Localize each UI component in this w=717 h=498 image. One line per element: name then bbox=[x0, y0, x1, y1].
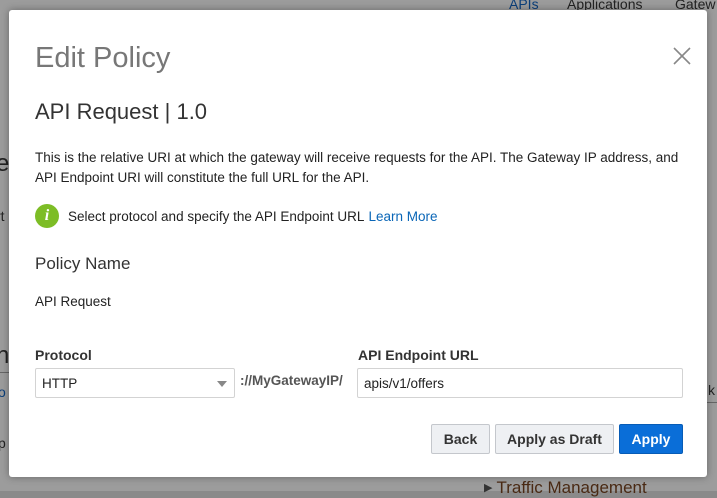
back-button[interactable]: Back bbox=[431, 424, 490, 454]
protocol-label: Protocol bbox=[35, 347, 92, 363]
gateway-prefix: ://MyGatewayIP/ bbox=[240, 373, 343, 388]
background-text-fragment: e bbox=[0, 150, 10, 177]
policy-name-label: Policy Name bbox=[35, 254, 131, 273]
background-text-fragment: o bbox=[0, 384, 6, 400]
background-text-fragment: k bbox=[708, 382, 715, 398]
endpoint-url-label: API Endpoint URL bbox=[358, 347, 479, 363]
protocol-selected-value: HTTP bbox=[42, 376, 78, 391]
background-text-fragment: n bbox=[0, 342, 10, 369]
info-text: Select protocol and specify the API Endp… bbox=[68, 208, 365, 224]
policy-section-title: API Request | 1.0 bbox=[35, 99, 208, 124]
chevron-down-icon bbox=[217, 381, 227, 387]
policy-description: This is the relative URI at which the ga… bbox=[35, 150, 679, 185]
background-divider bbox=[707, 402, 717, 403]
apply-button[interactable]: Apply bbox=[619, 424, 683, 454]
endpoint-url-input[interactable] bbox=[357, 368, 683, 398]
background-text-fragment: p bbox=[0, 435, 6, 451]
edit-policy-dialog: Edit Policy API Request | 1.0 This is th… bbox=[9, 10, 707, 477]
learn-more-link[interactable]: Learn More bbox=[368, 209, 437, 224]
close-button[interactable] bbox=[670, 44, 694, 68]
traffic-management-section[interactable]: ▶ Traffic Management bbox=[484, 478, 647, 498]
apply-as-draft-button[interactable]: Apply as Draft bbox=[495, 424, 614, 454]
expand-triangle-icon: ▶ bbox=[484, 482, 493, 494]
info-icon: i bbox=[35, 204, 59, 228]
dialog-title: Edit Policy bbox=[35, 42, 171, 74]
policy-name-value: API Request bbox=[35, 294, 111, 309]
protocol-select[interactable]: HTTP bbox=[35, 368, 235, 398]
background-text-fragment: rt bbox=[0, 208, 5, 224]
info-message: i Select protocol and specify the API En… bbox=[35, 203, 437, 229]
traffic-management-label: Traffic Management bbox=[496, 478, 647, 497]
close-icon bbox=[673, 47, 691, 65]
